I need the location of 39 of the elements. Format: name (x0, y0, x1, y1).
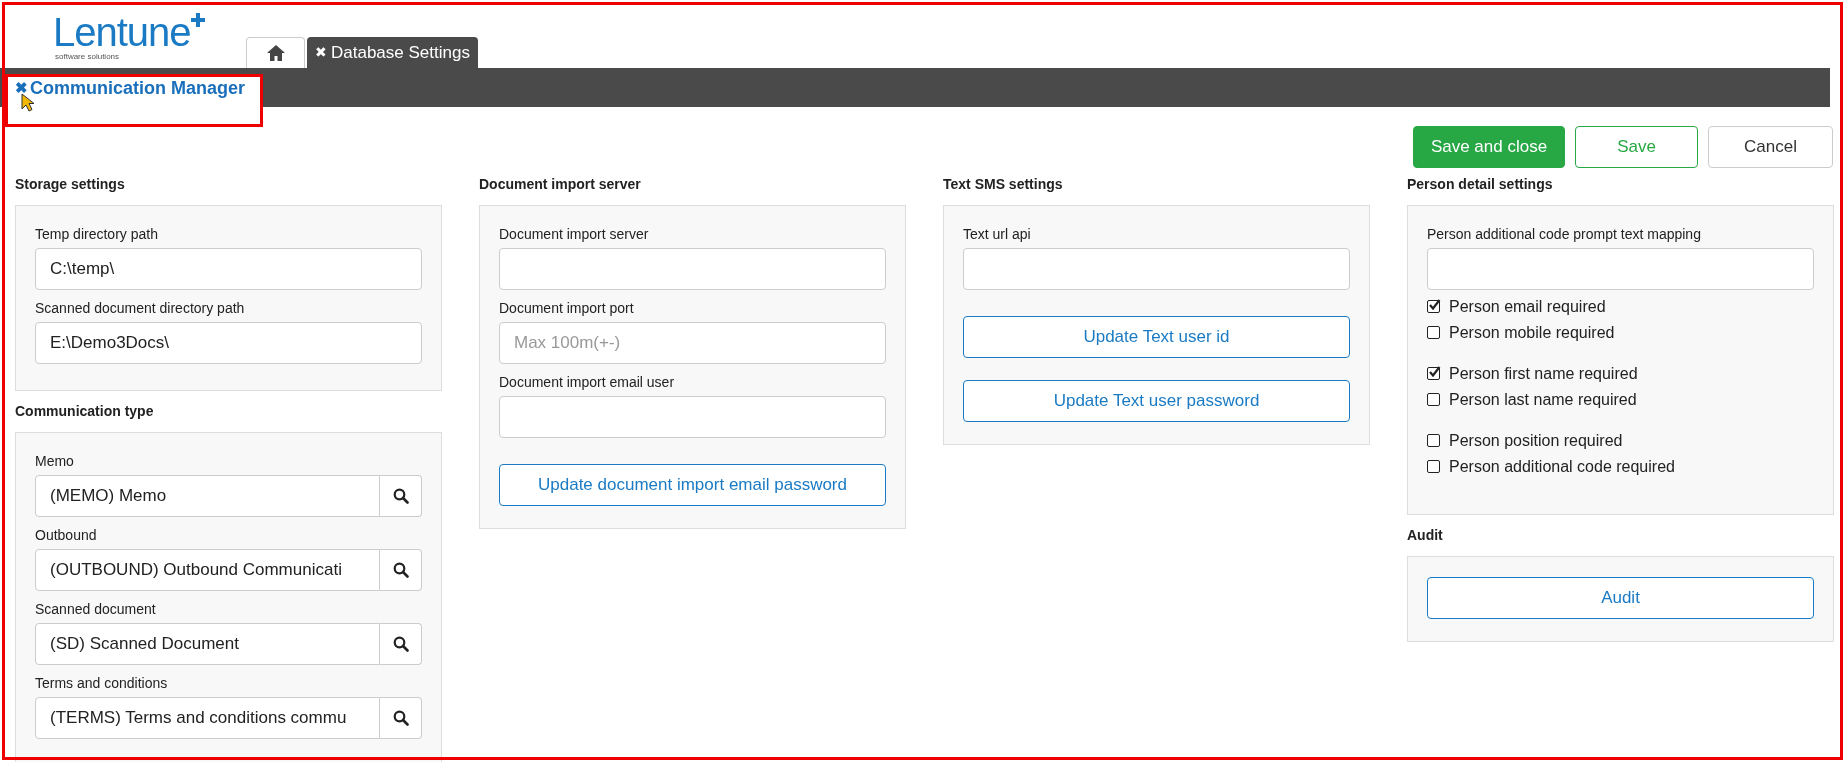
checkbox-label: Person last name required (1449, 389, 1637, 410)
checkbox-label: Person first name required (1449, 363, 1638, 384)
field-label: Scanned document directory path (35, 300, 245, 316)
checkbox-label: Person mobile required (1449, 322, 1615, 343)
input-field[interactable]: (MEMO) Memo (35, 475, 380, 517)
field-label: Memo (35, 453, 74, 469)
field-label: Scanned document (35, 601, 156, 617)
field-label: Terms and conditions (35, 675, 168, 691)
input-field[interactable]: (SD) Scanned Document (35, 623, 380, 665)
close-icon[interactable]: ✖ (315, 42, 327, 63)
section-title: Communication type (15, 403, 155, 419)
section-title: Document import server (479, 176, 642, 192)
input-field[interactable]: E:\Demo3Docs\ (35, 322, 422, 364)
section-title: Text SMS settings (943, 176, 1064, 192)
logo-tagline: software solutions (55, 52, 121, 62)
input-field[interactable]: Max 100m(+-) (499, 322, 886, 364)
input-field[interactable]: (OUTBOUND) Outbound Communicati (35, 549, 380, 591)
field-label: Outbound (35, 527, 97, 543)
update-button[interactable]: Update document import email password (499, 464, 886, 506)
field-label: Document import email user (499, 374, 675, 390)
section-title: Audit (1407, 527, 1444, 543)
checkbox-label: Person additional code required (1449, 456, 1675, 477)
field-label: Person additional code prompt text mapping (1427, 226, 1701, 242)
logo-wordmark: Lentune (53, 12, 191, 52)
checkbox-label: Person position required (1449, 430, 1623, 451)
section-title: Person detail settings (1407, 176, 1554, 192)
field-label: Temp directory path (35, 226, 158, 242)
update-button[interactable]: Update Text user password (963, 380, 1350, 422)
field-label: Document import server (499, 226, 649, 242)
input-field[interactable]: C:\temp\ (35, 248, 422, 290)
field-label: Text url api (963, 226, 1031, 242)
input-field[interactable]: (TERMS) Terms and conditions commu (35, 697, 380, 739)
field-label: Document import port (499, 300, 634, 316)
checkbox-label: Person email required (1449, 296, 1606, 317)
update-button[interactable]: Update Text user id (963, 316, 1350, 358)
section-title: Storage settings (15, 176, 126, 192)
update-button[interactable]: Audit (1427, 577, 1814, 619)
cancel-button[interactable]: Cancel (1708, 126, 1833, 168)
tab[interactable]: ✖ Database Settings (307, 37, 478, 68)
